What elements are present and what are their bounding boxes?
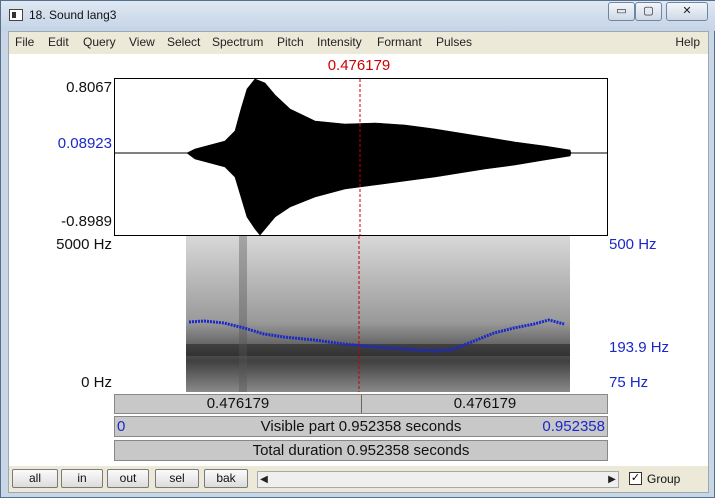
scroll-left-icon[interactable]: ◀: [258, 472, 270, 487]
menu-pulses[interactable]: Pulses: [436, 35, 472, 49]
horizontal-scrollbar[interactable]: ◀ ▶: [257, 471, 619, 488]
back-button[interactable]: bak: [204, 469, 248, 488]
title-bar[interactable]: 18. Sound lang3 ▭ ▢ ✕: [1, 1, 715, 31]
waveform-envelope: [186, 79, 572, 235]
close-button[interactable]: ✕: [666, 2, 708, 21]
editor-drawing-area[interactable]: 0.476179 0.8067 0.08923 -0.8989 5000 Hz …: [9, 54, 708, 466]
menu-bar: File Edit Query View Select Spectrum Pit…: [9, 32, 708, 52]
menu-formant[interactable]: Formant: [377, 35, 422, 49]
selection-bar[interactable]: 0.476179 0.476179: [114, 394, 608, 414]
menu-intensity[interactable]: Intensity: [317, 35, 362, 49]
spectrogram-panel[interactable]: [114, 236, 608, 392]
menu-select[interactable]: Select: [167, 35, 200, 49]
pitch-bottom-label: 75 Hz: [609, 374, 649, 391]
menu-pitch[interactable]: Pitch: [277, 35, 304, 49]
client-area: File Edit Query View Select Spectrum Pit…: [8, 31, 709, 493]
selection-left-time[interactable]: 0.476179: [115, 395, 361, 413]
spectrogram-onset: [239, 236, 247, 392]
sound-editor-window: 18. Sound lang3 ▭ ▢ ✕ File Edit Query Vi…: [0, 0, 715, 498]
menu-view[interactable]: View: [129, 35, 155, 49]
spec-bottom-label: 0 Hz: [81, 374, 112, 391]
scroll-right-icon[interactable]: ▶: [606, 472, 618, 487]
spec-top-label: 5000 Hz: [56, 236, 112, 253]
minimize-button[interactable]: ▭: [608, 2, 635, 21]
bottom-toolbar: all in out sel bak ◀ ▶ ✓ Group: [9, 466, 708, 492]
cursor-time: 0.476179: [327, 57, 391, 74]
waveform-svg: [115, 79, 607, 235]
menu-file[interactable]: File: [15, 35, 34, 49]
spectrogram-svg: [186, 236, 570, 392]
menu-spectrum[interactable]: Spectrum: [212, 35, 263, 49]
all-button[interactable]: all: [12, 469, 58, 488]
menu-query[interactable]: Query: [83, 35, 116, 49]
zoom-out-button[interactable]: out: [107, 469, 149, 488]
menu-help[interactable]: Help: [675, 35, 700, 49]
visible-start-time: 0: [117, 418, 126, 435]
waveform-panel[interactable]: [114, 78, 608, 236]
selection-right-time[interactable]: 0.476179: [362, 395, 608, 413]
app-icon: [9, 9, 23, 21]
zoom-in-button[interactable]: in: [61, 469, 103, 488]
visible-part-bar[interactable]: Visible part 0.952358 seconds 0 0.952358: [114, 416, 608, 437]
selection-zoom-button[interactable]: sel: [155, 469, 199, 488]
pitch-top-label: 500 Hz: [609, 236, 657, 253]
wave-max-label: 0.8067: [66, 79, 112, 96]
total-duration-bar[interactable]: Total duration 0.952358 seconds: [114, 440, 608, 461]
group-checkbox[interactable]: ✓: [629, 472, 642, 485]
pitch-value-label: 193.9 Hz: [609, 339, 670, 356]
wave-min-label: -0.8989: [61, 213, 112, 230]
wave-value-label: 0.08923: [57, 135, 112, 152]
visible-part-label: Visible part 0.952358 seconds: [260, 418, 462, 435]
menu-edit[interactable]: Edit: [48, 35, 69, 49]
window-title: 18. Sound lang3: [29, 8, 117, 22]
visible-end-time: 0.952358: [542, 418, 605, 435]
maximize-button[interactable]: ▢: [635, 2, 662, 21]
group-label: Group: [647, 472, 681, 486]
